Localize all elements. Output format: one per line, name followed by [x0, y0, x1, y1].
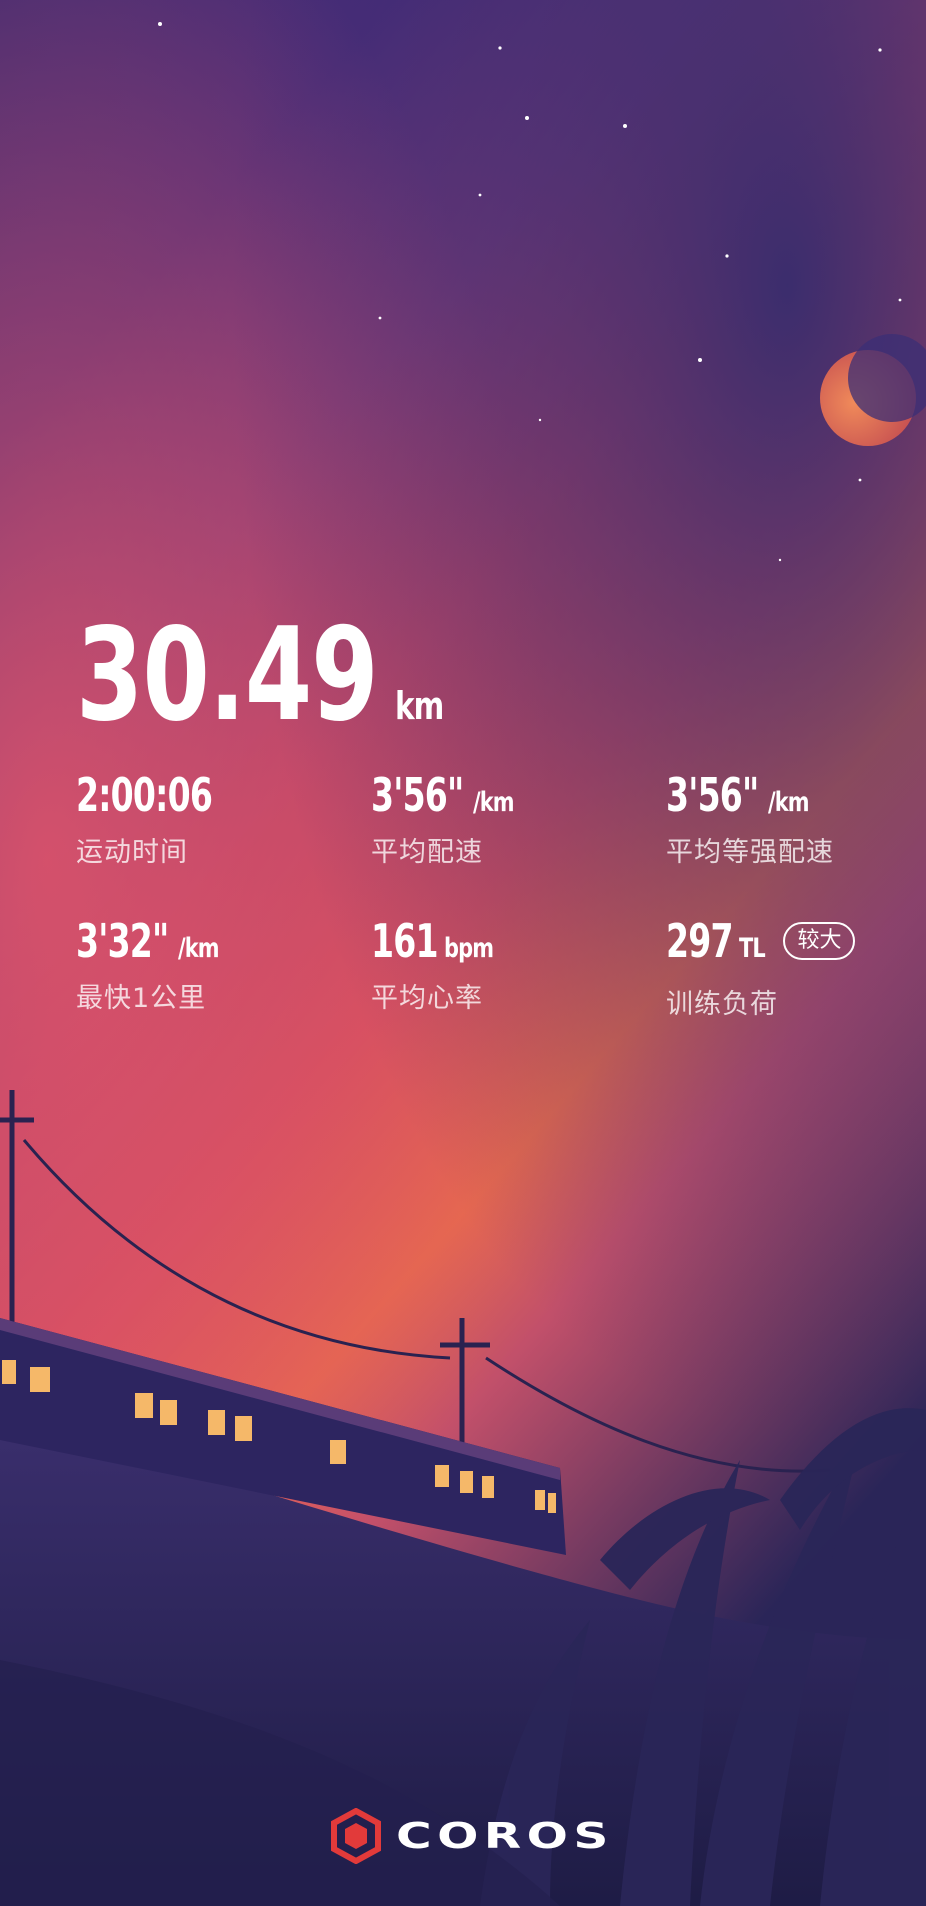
stat-avg-grade-adjusted-pace: 3'56" /km 平均等强配速: [666, 772, 834, 869]
stat-training-load: 297 TL 较大 训练负荷: [666, 914, 856, 1021]
stat-value: 297: [666, 914, 734, 968]
stat-avg-pace: 3'56" /km 平均配速: [371, 772, 520, 869]
stat-unit: /km: [767, 787, 810, 818]
stat-label: 训练负荷: [666, 989, 778, 1020]
stat-unit: TL: [739, 933, 766, 964]
coros-hexagon-icon: [331, 1808, 381, 1864]
stat-unit: bpm: [444, 933, 494, 964]
stat-avg-heart-rate: 161 bpm 平均心率: [371, 918, 501, 1015]
stat-label: 运动时间: [76, 837, 188, 868]
brand-wordmark: COROS: [396, 1815, 614, 1857]
stat-unit: /km: [177, 933, 220, 964]
distance-unit: km: [395, 684, 444, 728]
stat-unit: /km: [472, 787, 515, 818]
stat-value: 161: [371, 914, 439, 968]
stat-value: 2:00:06: [76, 768, 213, 822]
stat-duration: 2:00:06 运动时间: [76, 772, 246, 869]
distance-total: 30.49 km: [76, 612, 452, 740]
stat-label: 最快1公里: [76, 983, 207, 1014]
stat-fastest-km: 3'32" /km 最快1公里: [76, 918, 225, 1015]
stat-value: 3'56": [371, 768, 464, 822]
training-load-badge: 较大: [783, 922, 856, 960]
stat-label: 平均等强配速: [666, 837, 834, 868]
stat-label: 平均配速: [371, 837, 483, 868]
stat-value: 3'32": [76, 914, 169, 968]
stat-label: 平均心率: [371, 983, 483, 1014]
share-card: 30.49 km 2:00:06 运动时间 3'56" /km 平均配速 3'5…: [0, 0, 926, 1906]
brand-logo: COROS: [330, 1808, 608, 1864]
stat-value: 3'56": [666, 768, 759, 822]
distance-value: 30.49: [76, 601, 379, 750]
